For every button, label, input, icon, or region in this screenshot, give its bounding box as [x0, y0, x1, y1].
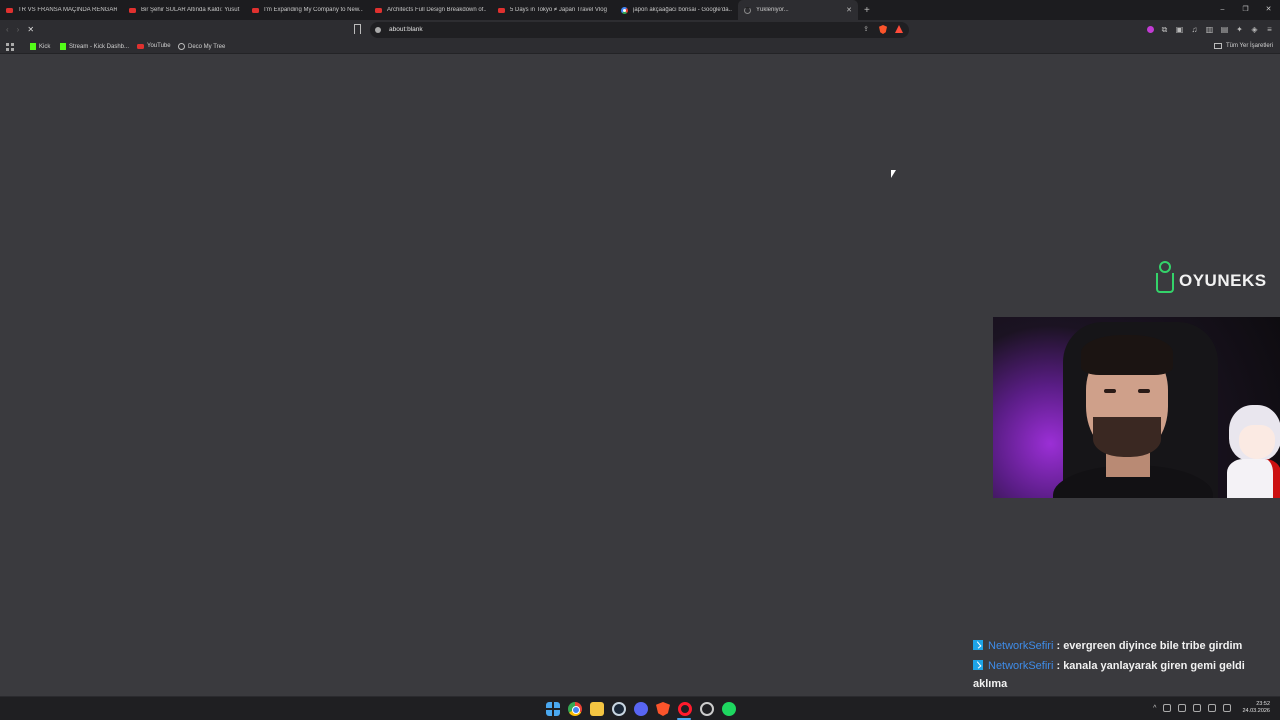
bookmark-youtube[interactable]: YouTube: [137, 43, 171, 49]
puzzle-extensions-icon[interactable]: ⧉: [1160, 25, 1169, 34]
oyuneks-logo: OYUNEKS: [1153, 261, 1267, 295]
streamer-beard: [1093, 417, 1161, 457]
tab-3[interactable]: Architects Full Design Breakdown of...: [369, 0, 492, 20]
clock-date: 24.03.2026: [1242, 708, 1270, 714]
toolbar-right-icons: ⧉ ▣ ♫ ▥ ▤ ✦ ◈ ≡: [1147, 25, 1274, 34]
tray-chevron-icon[interactable]: ^: [1153, 705, 1156, 712]
back-button[interactable]: ‹: [6, 25, 9, 34]
stop-loading-button[interactable]: ✕: [27, 25, 34, 34]
all-bookmarks[interactable]: Tüm Yer İşaretleri: [1213, 43, 1273, 49]
opera-gx-icon[interactable]: [678, 702, 692, 716]
chat-message: NetworkSefiri : evergreen diyince bile t…: [973, 637, 1263, 655]
share-icon[interactable]: ⇪: [863, 25, 869, 33]
right-eye: [1138, 389, 1150, 393]
url-text: about:blank: [389, 26, 423, 33]
close-window-button[interactable]: ✕: [1257, 0, 1280, 20]
bookmark-kick[interactable]: Kick: [30, 43, 50, 50]
apps-grid-icon[interactable]: [6, 43, 14, 51]
sidebar-icon[interactable]: ▥: [1205, 25, 1214, 34]
chat-text: evergreen diyince bile tribe girdim: [1063, 640, 1243, 652]
microphone-icon[interactable]: [1193, 704, 1202, 712]
menu-icon[interactable]: ≡: [1265, 25, 1274, 34]
minimize-button[interactable]: –: [1211, 0, 1234, 20]
chat-separator: :: [1053, 640, 1064, 652]
bookmark-deco-my-tree[interactable]: Deco My Tree: [178, 43, 225, 50]
window-controls: – ❐ ✕: [1211, 0, 1280, 20]
tab-2[interactable]: I'm Expanding My Company to New...: [246, 0, 369, 20]
address-bar[interactable]: about:blank ⇪: [370, 22, 909, 38]
tab-4[interactable]: 5 Days in Tokyo ≠ Japan Travel Vlog: [492, 0, 615, 20]
chat-overlay: NetworkSefiri : evergreen diyince bile t…: [973, 637, 1263, 695]
tab-0[interactable]: TR VS FRANSA MAÇINDA RENGAR V...: [0, 0, 123, 20]
spotify-icon[interactable]: [722, 702, 736, 716]
tray-app-icon[interactable]: [1178, 704, 1187, 712]
discord-icon[interactable]: [634, 702, 648, 716]
bookmark-kick-dashboard[interactable]: Stream - Kick Dashb...: [60, 43, 129, 50]
vpn-shield-icon[interactable]: ◈: [1250, 25, 1259, 34]
tab-1[interactable]: Bir Şehir SULAR Altında Kaldı: Yusuf...: [123, 0, 246, 20]
loading-spinner-icon: [744, 6, 751, 14]
vpn-icon[interactable]: [700, 702, 714, 716]
clock-time: 23:52: [1256, 701, 1270, 707]
site-info-icon[interactable]: [375, 27, 381, 33]
restore-button[interactable]: ❐: [1234, 0, 1257, 20]
webcam-feed: [993, 317, 1280, 498]
new-tab-button[interactable]: +: [864, 5, 870, 16]
file-explorer-icon[interactable]: [590, 702, 604, 716]
forward-button[interactable]: ›: [17, 25, 20, 34]
nav-buttons: ‹ › ✕: [6, 25, 34, 34]
extension-icon[interactable]: [1147, 26, 1154, 33]
volume-icon[interactable]: [1223, 704, 1232, 712]
anime-character-overlay: [1221, 405, 1280, 498]
tab-bar: TR VS FRANSA MAÇINDA RENGAR V... Bir Şeh…: [0, 0, 1280, 20]
oyuneks-mascot-icon: [1153, 261, 1177, 295]
taskbar-apps: [546, 702, 736, 716]
brave-icon[interactable]: [656, 702, 670, 716]
tab-close-icon[interactable]: ✕: [846, 6, 852, 14]
windows-taskbar: ^ 23:52 24.03.2026: [0, 696, 1280, 720]
tray-app-icon[interactable]: [1163, 704, 1172, 712]
folder-icon: [1213, 43, 1222, 49]
left-eye: [1104, 389, 1116, 393]
youtube-icon: [6, 7, 13, 13]
leo-ai-icon[interactable]: ✦: [1235, 25, 1244, 34]
logo-text: OYUNEKS: [1179, 271, 1267, 290]
bookmark-page-icon[interactable]: [354, 24, 361, 34]
windows-start-icon[interactable]: [546, 702, 560, 716]
chat-message: NetworkSefiri : kanala yanlayarak giren …: [973, 657, 1263, 693]
media-icon[interactable]: ♫: [1190, 25, 1199, 34]
tab-5[interactable]: japon akçaağacı bonsai - Google'da...: [615, 0, 738, 20]
chat-username: NetworkSefiri: [988, 640, 1054, 652]
chat-separator: :: [1053, 660, 1064, 672]
steam-icon[interactable]: [612, 702, 626, 716]
tab-6-active[interactable]: Yükleniyor... ✕: [738, 0, 858, 20]
brave-shields-icon[interactable]: [879, 25, 887, 34]
wallet-icon[interactable]: ▣: [1175, 25, 1184, 34]
kick-icon: [30, 43, 36, 50]
brave-rewards-icon[interactable]: [895, 25, 903, 33]
youtube-icon: [129, 7, 136, 13]
verified-badge-icon: [973, 660, 983, 670]
youtube-icon: [252, 7, 259, 13]
chrome-icon[interactable]: [568, 702, 582, 716]
globe-icon: [178, 43, 185, 50]
chat-username: NetworkSefiri: [988, 660, 1054, 672]
youtube-icon: [498, 7, 505, 13]
youtube-icon: [375, 7, 382, 13]
system-clock[interactable]: 23:52 24.03.2026: [1242, 701, 1270, 715]
kick-icon: [60, 43, 66, 50]
verified-badge-icon: [973, 640, 983, 650]
reading-list-icon[interactable]: ▤: [1220, 25, 1229, 34]
network-icon[interactable]: [1208, 704, 1217, 712]
mouse-cursor-icon: [891, 170, 896, 178]
bookmarks-bar: Kick Stream - Kick Dashb... YouTube Deco…: [0, 40, 1280, 54]
google-icon: [621, 6, 628, 14]
system-tray: ^ 23:52 24.03.2026: [1153, 701, 1270, 715]
youtube-icon: [137, 43, 144, 49]
streamer-hair: [1081, 335, 1173, 375]
